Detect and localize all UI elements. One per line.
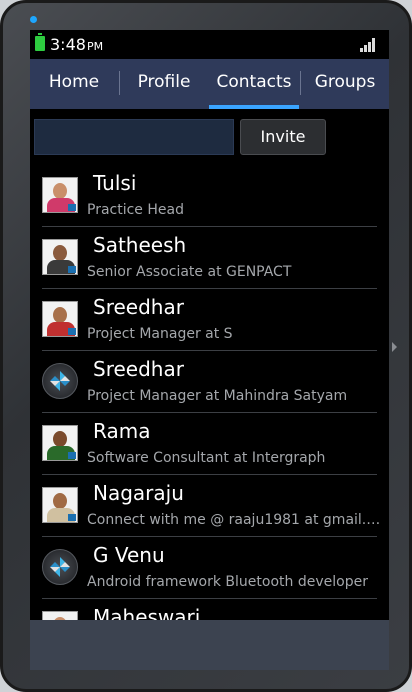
contact-title: Android framework Bluetooth developer — [87, 574, 368, 590]
tab-profile-label: Profile — [137, 72, 191, 92]
phone-frame: 3:48PM Home Profile Contacts Groups Invi… — [0, 0, 412, 692]
contact-photo — [42, 239, 78, 275]
contact-title: Senior Associate at GENPACT — [87, 264, 292, 280]
contact-row[interactable]: Tulsi Practice Head — [30, 165, 389, 227]
contact-row[interactable]: Nagaraju Connect with me @ raaju1981 at g… — [30, 475, 389, 537]
default-avatar-pinwheel-icon — [42, 363, 78, 399]
contact-title: Connect with me @ raaju1981 at gmail.com — [87, 512, 385, 528]
search-input[interactable] — [34, 119, 234, 155]
invite-button[interactable]: Invite — [240, 119, 326, 155]
linkedin-badge-icon — [68, 266, 76, 273]
contact-name: Rama — [93, 419, 151, 443]
contact-photo — [42, 425, 78, 461]
default-avatar-pinwheel-icon — [42, 549, 78, 585]
clock: 3:48PM — [50, 35, 103, 54]
contact-photo — [42, 177, 78, 213]
tab-contacts-label: Contacts — [216, 72, 292, 92]
contact-name: Maheswari — [93, 605, 201, 620]
side-arrow-icon — [392, 342, 397, 352]
tab-groups[interactable]: Groups — [301, 59, 389, 109]
contact-photo — [42, 301, 78, 337]
linkedin-badge-icon — [68, 514, 76, 521]
contact-name: Sreedhar — [93, 295, 184, 319]
linkedin-badge-icon — [68, 328, 76, 335]
contact-row[interactable]: Maheswari — [30, 599, 389, 620]
clock-ampm: PM — [86, 40, 104, 53]
contact-row[interactable]: Sreedhar Project Manager at S — [30, 289, 389, 351]
contact-name: G Venu — [93, 543, 165, 567]
contact-title: Software Consultant at Intergraph — [87, 450, 326, 466]
battery-icon — [35, 33, 45, 51]
search-row: Invite — [30, 109, 389, 165]
contact-row[interactable]: G Venu Android framework Bluetooth develo… — [30, 537, 389, 599]
contact-photo — [42, 487, 78, 523]
tab-contacts[interactable]: Contacts — [209, 59, 299, 109]
contact-title: Project Manager at S — [87, 326, 233, 342]
contact-title: Practice Head — [87, 202, 184, 218]
contact-title: Project Manager at Mahindra Satyam — [87, 388, 348, 404]
notification-led — [30, 16, 37, 23]
tab-bar: Home Profile Contacts Groups — [30, 59, 389, 109]
linkedin-badge-icon — [68, 452, 76, 459]
clock-time: 3:48 — [50, 35, 86, 54]
contact-name: Satheesh — [93, 233, 187, 257]
contact-row[interactable]: Sreedhar Project Manager at Mahindra Saty… — [30, 351, 389, 413]
contact-name: Tulsi — [93, 171, 137, 195]
linkedin-badge-icon — [68, 204, 76, 211]
screen: 3:48PM Home Profile Contacts Groups Invi… — [30, 30, 389, 670]
tab-home-label: Home — [48, 72, 100, 92]
tab-groups-label: Groups — [314, 72, 376, 92]
contact-name: Sreedhar — [93, 357, 184, 381]
signal-icon — [360, 38, 376, 52]
contact-row[interactable]: Satheesh Senior Associate at GENPACT — [30, 227, 389, 289]
contact-photo — [42, 611, 78, 620]
contact-name: Nagaraju — [93, 481, 184, 505]
contact-list[interactable]: Tulsi Practice Head Satheesh Senior Associa… — [30, 165, 389, 620]
tab-home[interactable]: Home — [30, 59, 118, 109]
bottom-bar — [30, 620, 389, 670]
contact-row[interactable]: Rama Software Consultant at Intergraph — [30, 413, 389, 475]
status-bar: 3:48PM — [30, 30, 389, 59]
tab-profile[interactable]: Profile — [120, 59, 208, 109]
